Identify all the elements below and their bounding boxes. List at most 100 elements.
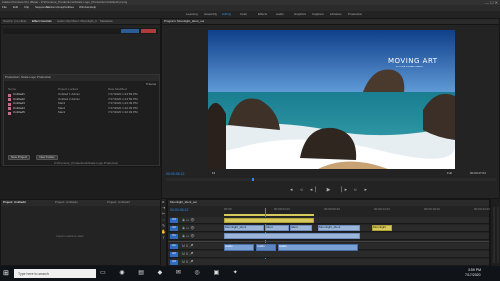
work-area-bar[interactable]	[224, 214, 314, 216]
workspace-color[interactable]: Color	[240, 13, 247, 17]
windows-start-icon[interactable]: ⊞	[3, 269, 9, 277]
track-controls[interactable]: ◉ ▭ 👁	[182, 226, 195, 230]
project-file-icon	[8, 111, 11, 115]
fit-select[interactable]: Fit	[212, 172, 215, 176]
taskbar-search[interactable]: Type here to search	[14, 269, 96, 278]
effect-controls-strip	[3, 28, 158, 34]
column-header[interactable]: Project Locked	[58, 88, 78, 92]
taskbar-date: 7/17/2020	[465, 273, 481, 277]
workspace-libraries[interactable]: Libraries	[330, 13, 342, 17]
timeline-panel: Moonlight_Ident_sur 00:00:06:12 00:00 00:…	[167, 199, 490, 266]
list-item[interactable]: Untitled2 Untitled 2 Admin 7/17/2020 1:23:…	[8, 98, 158, 102]
playhead[interactable]	[252, 178, 254, 181]
track-label[interactable]: A3	[170, 260, 178, 265]
list-item[interactable]: Untitled1 Untitled 1 Admin 7/17/2020 1:23:…	[8, 93, 158, 97]
list-item[interactable]: Untitled4 Mac2 7/17/2020 1:22:49 PM	[8, 107, 158, 111]
ruler-tick: 00:00:14:23	[374, 208, 390, 211]
track-label[interactable]: A1	[170, 244, 178, 249]
timeline-timecode[interactable]: 00:00:06:12	[170, 208, 189, 213]
ruler-tick: 00:00:19:23	[424, 208, 440, 211]
track-controls[interactable]: M S 🎤	[182, 252, 194, 256]
production-path: Z:\Premiere_Productions\Scale Logo Produ…	[54, 162, 119, 165]
audio-clip[interactable]: Audio	[224, 244, 254, 251]
column-header[interactable]: Name	[8, 88, 16, 92]
timeline-clip[interactable]: Moonlight	[372, 225, 392, 231]
program-tab[interactable]: Program: Moonlight_Ident_sur	[164, 20, 204, 24]
project-locked: Mac2	[58, 106, 66, 110]
menu-item-view[interactable]: View	[68, 6, 74, 10]
taskbar-apps[interactable]: ▭ ◉ ▤ ◆ ✉ ◎ ▣ ✦	[100, 269, 244, 276]
program-duration: 00:00:27:04	[470, 172, 486, 175]
program-monitor: Program: Moonlight_Ident_sur MOVING ART …	[161, 18, 500, 199]
taskbar: ⊞ Type here to search ▭ ◉ ▤ ◆ ✉ ◎ ▣ ✦ 3:…	[0, 266, 500, 281]
ruler-tick: 00:00	[224, 208, 232, 211]
ruler-tick: 00:00:04:23	[274, 208, 290, 211]
workspace-audio[interactable]: Audio	[276, 13, 284, 17]
timeline-tab[interactable]: Moonlight_Ident_sur	[170, 201, 197, 205]
menu-item-clip[interactable]: Clip	[24, 6, 29, 10]
timeline-clip[interactable]: Moonlight_Ident	[318, 225, 360, 231]
workspace-effects[interactable]: Effects	[258, 13, 267, 17]
workspace-assembly[interactable]: Assembly	[204, 13, 217, 17]
audio-meters	[490, 199, 500, 266]
audio-clip[interactable]: Audio	[278, 244, 358, 251]
project-tab[interactable]: Project: Untitled3	[107, 201, 155, 205]
timeline-clip[interactable]: Ident	[290, 225, 312, 231]
video-scene	[208, 30, 455, 169]
track-v3: V3 ◉ ▭ 👁	[168, 217, 489, 224]
source-tab[interactable]: Audio Clip Mixer: Moonlight_Ident_sur	[57, 20, 97, 24]
track-a2: A2 M S 🎤	[168, 251, 489, 258]
import-hint: Import media to start	[56, 235, 84, 238]
timeline-clip[interactable]: Ident	[265, 225, 289, 231]
timeline-clip[interactable]: Moonlight_Ident	[224, 225, 264, 231]
track-label[interactable]: V1	[170, 234, 178, 239]
meter-right	[497, 207, 499, 263]
source-tab[interactable]: Source: (no clips)	[3, 20, 29, 24]
new-folder-button[interactable]: New Folder	[36, 155, 58, 160]
menu-item-markers[interactable]: Markers	[46, 6, 57, 10]
project-locked: Mac2	[58, 111, 66, 114]
source-tab[interactable]: Metadata	[100, 20, 118, 24]
track-controls[interactable]: M S 🎤	[182, 260, 194, 264]
track-controls[interactable]: ◉ ▭ 👁	[182, 218, 195, 222]
clip-bar	[121, 29, 139, 33]
transport-controls[interactable]: ◂ ◃ ◂▏ ▶ ▕▸ ▹ ▸	[280, 187, 380, 193]
tool-icons[interactable]: ▸ ⇥ ✂ ⇔ ✎ ✋ T	[161, 199, 166, 241]
menu-item-edit[interactable]: Edit	[13, 6, 18, 10]
workspace-graphics[interactable]: Graphics	[294, 13, 306, 17]
menu-item-help[interactable]: Help	[90, 6, 96, 10]
video-frame[interactable]: MOVING ART BY LOUIE SCHWARTZBERG	[208, 30, 455, 169]
taskbar-time: 3:59 PM	[468, 268, 482, 272]
track-label[interactable]: A2	[170, 252, 178, 257]
program-timecode[interactable]: 00:00:06:12	[166, 172, 185, 177]
column-header[interactable]: Date Modified	[108, 88, 127, 92]
track-controls[interactable]: M S 🎤	[182, 244, 194, 248]
track-controls[interactable]: ◉ ▭ 👁	[182, 234, 195, 238]
list-item[interactable]: Untitled3 Mac2 7/17/2020 1:22:49 PM	[8, 102, 158, 106]
timeline-tabs: Moonlight_Ident_sur	[168, 200, 489, 206]
project-date: 7/17/2020 1:22:49 PM	[108, 102, 138, 105]
clip-bar-red	[141, 29, 156, 33]
source-tab[interactable]: Effect Controls	[32, 20, 54, 24]
workspace-editing[interactable]: Editing	[222, 13, 231, 17]
audio-clip[interactable]: Audio	[256, 244, 276, 251]
quality-select[interactable]: Full	[447, 172, 452, 176]
track-label[interactable]: V3	[170, 218, 178, 223]
project-tab[interactable]: Project: Untitled1	[55, 201, 103, 205]
workspace-learning[interactable]: Learning	[186, 13, 198, 17]
menu-item-window[interactable]: Window	[79, 6, 90, 10]
source-tabs: Source: (no clips) Effect Controls Audio C…	[1, 19, 160, 25]
track-label[interactable]: V2	[170, 226, 178, 231]
menu-item-file[interactable]: File	[2, 6, 7, 10]
project-locked: Untitled 2 Admin	[58, 97, 80, 101]
project-tab[interactable]: Project: Untitled2	[3, 201, 51, 205]
playhead-bar[interactable]	[166, 178, 496, 181]
new-project-button[interactable]: New Project	[8, 155, 30, 160]
column-headers: Name Project Locked Date Modified	[8, 88, 158, 92]
workspace-captions[interactable]: Captions	[312, 13, 324, 17]
v1-clip[interactable]	[224, 233, 360, 239]
list-item[interactable]: Untitled5 Mac2 7/17/2020 1:22:49 PM	[8, 111, 158, 115]
project-name: Untitled3	[13, 102, 25, 105]
adjustment-clip[interactable]	[224, 218, 314, 223]
workspace-production[interactable]: Production	[348, 13, 362, 17]
